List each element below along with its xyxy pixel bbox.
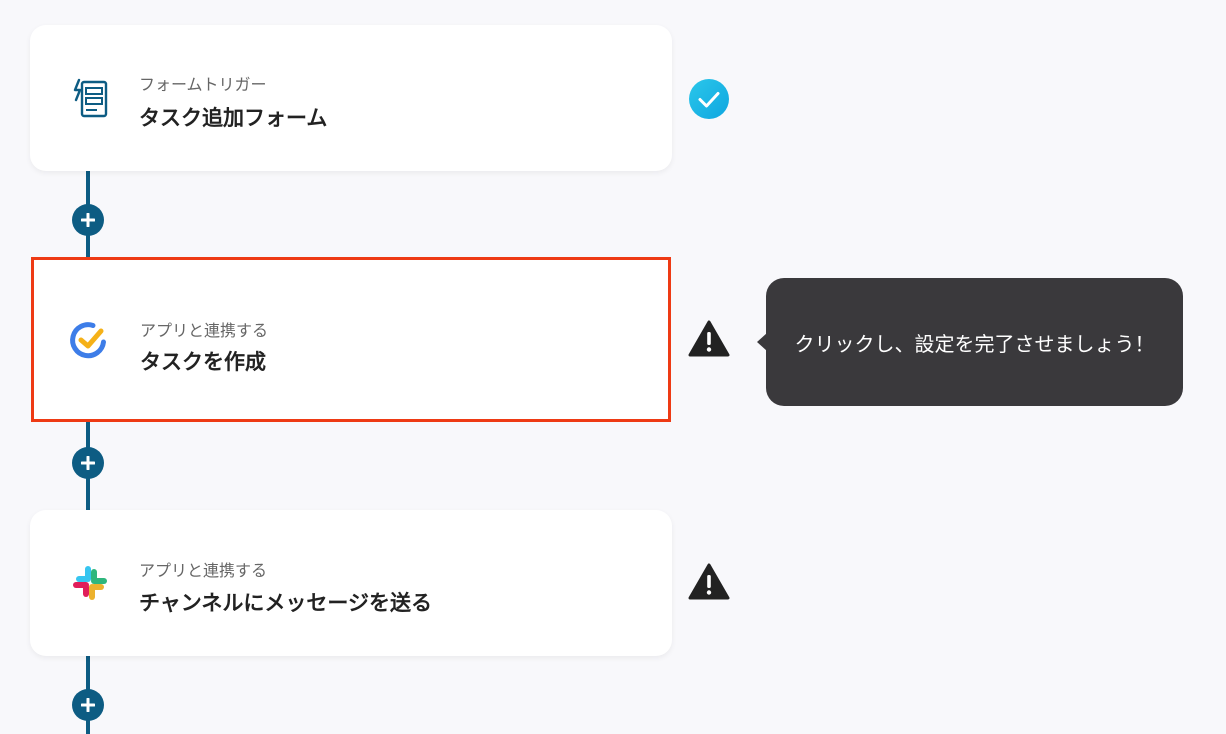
warning-icon [688, 561, 730, 603]
flow-step-card-send-message[interactable]: アプリと連携する チャンネルにメッセージを送る [30, 510, 672, 656]
step-title: タスクを作成 [140, 350, 266, 374]
setup-hint-tooltip: クリックし、設定を完了させましょう！ [757, 278, 1183, 406]
tooltip-arrow [757, 333, 767, 351]
add-step-button[interactable] [72, 447, 104, 479]
plus-icon [81, 213, 95, 227]
tooltip-text: クリックし、設定を完了させましょう！ [794, 331, 1155, 356]
step-category-label: アプリと連携する [139, 561, 268, 580]
add-step-button[interactable] [72, 689, 104, 721]
step-category-label: アプリと連携する [140, 321, 269, 340]
slack-icon [68, 561, 112, 605]
warning-icon [688, 318, 730, 360]
flow-step-card-form-trigger[interactable]: フォームトリガー タスク追加フォーム [30, 25, 672, 171]
flow-step-card-create-task[interactable]: アプリと連携する タスクを作成 [31, 257, 671, 422]
step-category-label: フォームトリガー [139, 75, 267, 94]
plus-icon [81, 456, 95, 470]
form-icon [68, 76, 112, 120]
step-title: チャンネルにメッセージを送る [139, 591, 432, 615]
step-title: タスク追加フォーム [139, 106, 328, 130]
plus-icon [81, 698, 95, 712]
task-app-icon [67, 318, 111, 362]
add-step-button[interactable] [72, 204, 104, 236]
complete-check-icon [688, 78, 730, 120]
